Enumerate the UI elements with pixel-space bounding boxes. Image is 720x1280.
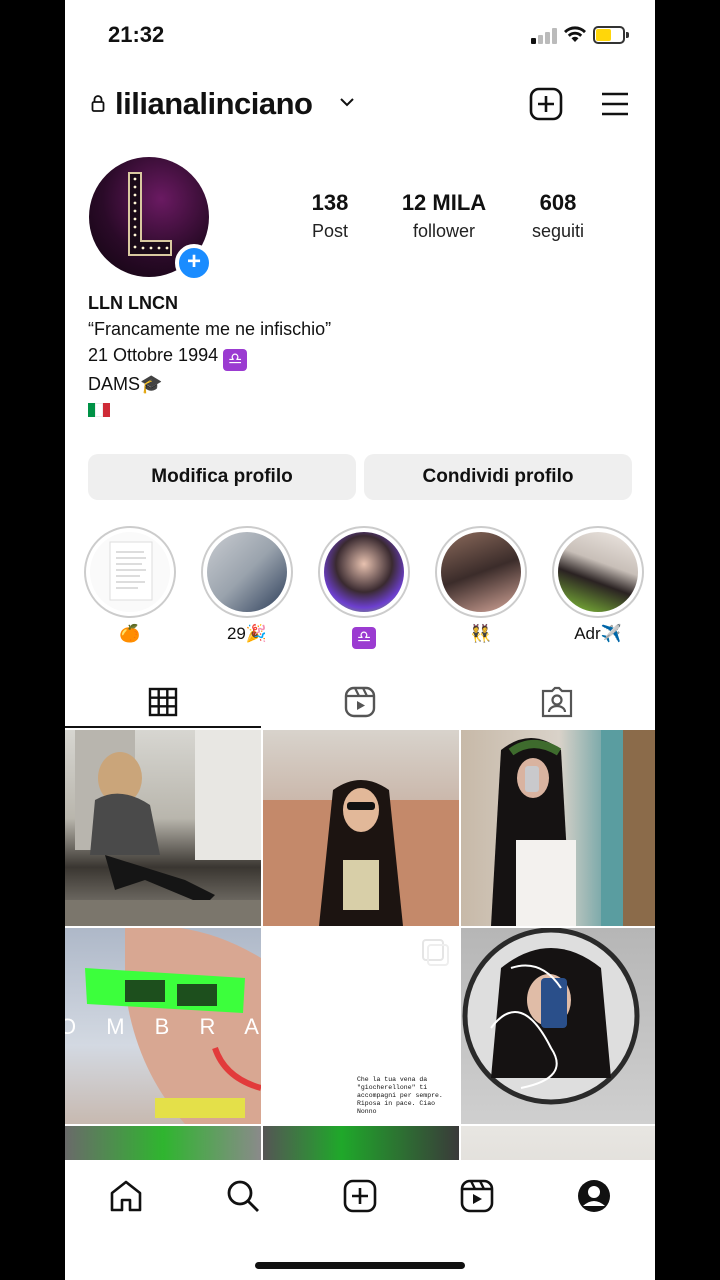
highlight-item[interactable]: ♎ (318, 526, 410, 649)
bio-quote: “Francamente me ne infischio” (88, 319, 332, 339)
grid-icon (148, 687, 178, 717)
highlight-item[interactable]: Adr✈️ (552, 526, 644, 644)
highlight-caption: ♎ (318, 624, 410, 649)
home-icon[interactable] (108, 1178, 144, 1214)
tab-posts-grid[interactable] (65, 677, 261, 727)
cellular-signal-icon (531, 28, 559, 44)
highlight-caption: 🍊 (119, 624, 141, 643)
home-indicator[interactable] (255, 1262, 465, 1269)
profile-avatar-icon[interactable] (576, 1178, 612, 1214)
grid-post[interactable]: O M B R A (65, 928, 261, 1124)
tab-reels[interactable] (262, 677, 458, 727)
active-tab-indicator (65, 726, 261, 728)
libra-icon: ♎ (223, 349, 248, 371)
highlight-item[interactable]: 🍊 (84, 526, 176, 644)
username-switcher[interactable]: lilianalinciano (115, 86, 313, 122)
posts-stat[interactable]: 138 Post (275, 190, 385, 242)
following-count: 608 (539, 190, 577, 215)
tagged-icon (541, 686, 573, 718)
grid-post[interactable]: Che la tua vena da "giocherellone" ti ac… (263, 928, 459, 1124)
menu-icon[interactable] (597, 86, 633, 122)
bio-birthday: 21 Ottobre 1994 (88, 345, 219, 365)
following-stat[interactable]: 608 seguiti (503, 190, 613, 242)
bio-flag-line (88, 397, 331, 423)
battery-icon (593, 26, 629, 44)
edit-profile-button[interactable]: Modifica profilo (88, 454, 356, 500)
lock-icon (91, 95, 105, 112)
share-profile-button[interactable]: Condividi profilo (364, 454, 632, 500)
highlight-caption: 👯 (470, 624, 492, 643)
status-bar: 21:32 (65, 0, 655, 70)
display-name: LLN LNCN (88, 293, 178, 313)
chevron-down-icon[interactable] (339, 96, 355, 108)
search-icon[interactable] (225, 1178, 261, 1214)
profile-header: lilianalinciano (65, 80, 655, 130)
bio: LLN LNCN “Francamente me ne infischio” 2… (88, 290, 331, 423)
grid-post[interactable] (461, 1126, 655, 1160)
new-post-icon[interactable] (342, 1178, 378, 1214)
grid-post[interactable] (461, 928, 655, 1124)
followers-stat[interactable]: 12 MILA follower (389, 190, 499, 242)
highlight-thumbnail (558, 532, 638, 612)
grid-post[interactable] (263, 1126, 459, 1160)
highlight-thumbnail (324, 532, 404, 612)
add-story-button[interactable]: + (175, 244, 213, 282)
grid-post[interactable] (263, 730, 459, 926)
libra-icon: ♎ (352, 627, 376, 649)
reels-icon[interactable] (459, 1178, 495, 1214)
highlight-item[interactable]: 👯 (435, 526, 527, 644)
ombra-text: O M B R A (65, 1014, 261, 1039)
tab-tagged[interactable] (459, 677, 655, 727)
highlight-thumbnail (441, 532, 521, 612)
italy-flag-icon (88, 398, 110, 417)
followers-label: follower (412, 221, 476, 241)
followers-count: 12 MILA (401, 190, 487, 215)
posts-label: Post (311, 221, 349, 241)
highlight-caption: 29🎉 (226, 624, 268, 643)
wifi-icon (564, 26, 586, 42)
status-time: 21:32 (108, 22, 165, 47)
letter-l-logo (128, 172, 172, 256)
following-label: seguiti (531, 221, 585, 241)
create-post-icon[interactable] (528, 86, 564, 122)
bio-birthday-line: 21 Ottobre 1994 ♎ (88, 342, 331, 371)
highlight-caption: Adr✈️ (574, 624, 622, 643)
profile-screen: 21:32 lilianalinciano + 138 Post 12 MILA… (65, 0, 655, 1280)
posts-count: 138 (311, 190, 349, 215)
posts-grid: O M B R A Che la tua vena da "giocherell… (65, 730, 655, 1160)
highlight-thumbnail (90, 532, 170, 612)
grid-post[interactable] (461, 730, 655, 926)
grid-post[interactable] (65, 1126, 261, 1160)
bio-school: DAMS🎓 (88, 374, 163, 394)
highlight-thumbnail (207, 532, 287, 612)
reels-icon (344, 686, 376, 718)
highlight-item[interactable]: 29🎉 (201, 526, 293, 644)
memorial-quote: Che la tua vena da "giocherellone" ti ac… (357, 1076, 443, 1115)
grid-post[interactable] (65, 730, 261, 926)
